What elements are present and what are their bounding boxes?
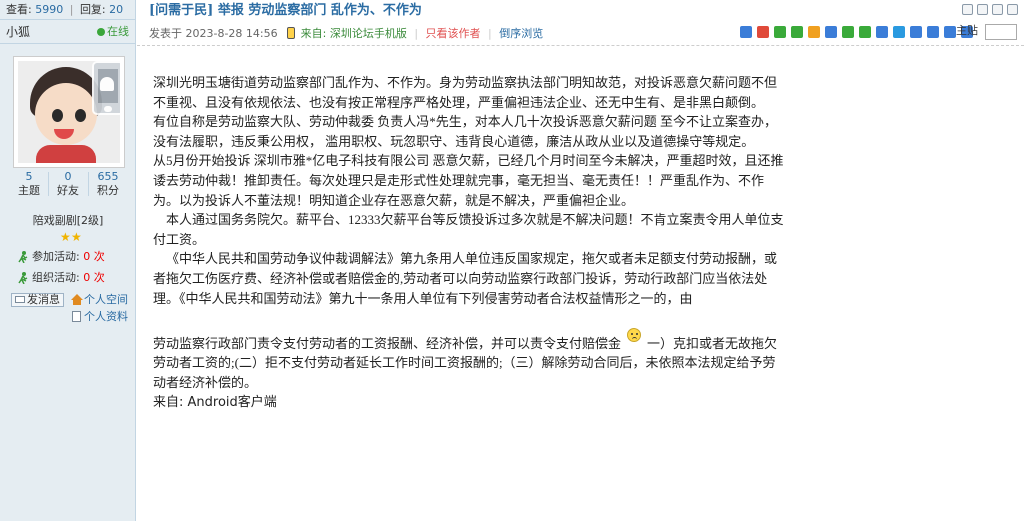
author-only-link[interactable]: 只看该作者 — [426, 27, 481, 40]
share-icon[interactable] — [910, 26, 922, 38]
share-icon[interactable] — [740, 26, 752, 38]
post-text-span: 劳动监察行政部门责令支付劳动者的工资报酬、经济补偿，并可以责令支付赔偿金 — [153, 335, 622, 351]
divider: | — [488, 27, 492, 40]
post-paragraph: 劳动监察行政部门责令支付劳动者的工资报酬、经济补偿，并可以责令支付赔偿金 一）克扣… — [153, 327, 785, 393]
font-size-input[interactable] — [985, 24, 1017, 40]
phone-home-button — [104, 106, 112, 112]
online-dot-icon — [97, 28, 105, 36]
post-paragraph: 有位自称是劳动监察大队、劳动仲裁委 负责人冯*先生，对本人几十次投诉恶意欠薪问题… — [153, 114, 778, 149]
title-tools — [958, 4, 1018, 24]
envelope-icon — [15, 296, 25, 303]
personal-space-link[interactable]: 个人空间 — [70, 293, 128, 307]
author-stats: 5 主题 0 好友 655 积分 — [0, 170, 136, 200]
activity-organized-count: 0 次 — [83, 271, 105, 284]
share-icon[interactable] — [774, 26, 786, 38]
post-title-bar: [问需于民] 举报 劳动监察部门 乱作为、不作为 — [137, 0, 1024, 20]
topics-label: 主题 — [18, 184, 40, 197]
rank-stars: ★★ — [60, 230, 82, 244]
avatar[interactable] — [13, 56, 125, 168]
posted-label: 发表于 — [149, 27, 182, 40]
reverse-order-link[interactable]: 倒序浏览 — [499, 27, 543, 40]
post-source[interactable]: 来自: 深圳论坛手机版 — [301, 27, 407, 40]
replies-count: 20 — [109, 3, 124, 16]
share-icon[interactable] — [859, 26, 871, 38]
post-paragraph: 《中华人民共和国劳动争议仲裁调解法》第九条用人单位违反国家规定，拖欠或者未足额支… — [153, 251, 778, 306]
send-message-button[interactable]: 发消息 — [11, 293, 64, 307]
activity-joined-label: 参加活动: — [32, 250, 80, 263]
points-label: 积分 — [97, 184, 119, 197]
activity-organized: 组织活动: 0 次 — [18, 271, 105, 285]
stat-topics[interactable]: 5 主题 — [9, 170, 49, 198]
share-icon[interactable] — [825, 26, 837, 38]
android-phone-icon — [92, 61, 120, 115]
author-row: 小狐 在线 — [0, 20, 135, 44]
author-sidebar: 查看: 5990 | 回复: 20 小狐 在线 5 主题 0 好友 655 积分… — [0, 0, 136, 521]
home-icon-base — [73, 300, 81, 305]
previous-thread-icon[interactable] — [977, 4, 988, 15]
share-icon[interactable] — [927, 26, 939, 38]
profile-link[interactable]: 个人资料 — [70, 310, 128, 324]
share-icon[interactable] — [757, 26, 769, 38]
sad-face-emoji-icon — [627, 327, 642, 342]
post-paragraph: 本人通过国务务院欠。薪平台、12333欠薪平台等反馈投诉过多次就是不解决问题！不… — [153, 212, 784, 247]
share-icon[interactable] — [876, 26, 888, 38]
replies-label: 回复: — [79, 3, 106, 16]
share-toolbar — [740, 26, 978, 40]
thread-stats: 查看: 5990 | 回复: 20 — [0, 0, 135, 20]
share-icon[interactable] — [944, 26, 956, 38]
share-icon[interactable] — [842, 26, 854, 38]
activity-joined-count: 0 次 — [83, 250, 105, 263]
share-icon[interactable] — [893, 26, 905, 38]
divider: | — [414, 27, 419, 40]
avatar-eye — [52, 109, 63, 122]
send-message-label: 发消息 — [27, 293, 60, 306]
user-rank[interactable]: 陪戏副剧[2级] — [0, 212, 136, 228]
personal-space-label: 个人空间 — [84, 293, 128, 306]
star-icon: ★ — [60, 230, 71, 244]
posted-time: 2023-8-28 14:56 — [185, 27, 278, 40]
activity-joined: 参加活动: 0 次 — [18, 250, 105, 264]
post-client-source: 来自: Android客户端 — [153, 394, 277, 410]
stat-friends[interactable]: 0 好友 — [48, 170, 88, 198]
next-thread-icon[interactable] — [992, 4, 1003, 15]
views-count: 5990 — [35, 3, 64, 16]
running-figure-icon — [18, 251, 28, 264]
android-robot-icon — [100, 77, 114, 91]
star-icon: ★ — [71, 230, 82, 244]
online-label: 在线 — [107, 25, 129, 38]
post-title[interactable]: [问需于民] 举报 劳动监察部门 乱作为、不作为 — [149, 3, 422, 18]
friends-count: 0 — [64, 170, 72, 183]
running-figure-icon — [18, 272, 28, 285]
post-paragraph: 深圳光明玉塘街道劳动监察部门乱作为、不作为。身为劳动监察执法部门明知故范，对投诉… — [153, 75, 778, 110]
profile-label: 个人资料 — [84, 310, 128, 323]
views-label: 查看: — [6, 3, 32, 16]
points-count: 655 — [97, 170, 119, 183]
back-icon[interactable] — [1007, 4, 1018, 15]
topics-count: 5 — [25, 170, 33, 183]
document-icon — [72, 311, 81, 322]
post-paragraph: 从5月份开始投诉 深圳市雅*亿电子科技有限公司 恶意欠薪，已经几个月时间至今未解… — [153, 153, 784, 208]
online-status: 在线 — [97, 20, 129, 44]
avatar-shirt — [36, 145, 96, 163]
print-icon[interactable] — [962, 4, 973, 15]
avatar-eye — [75, 109, 86, 122]
post-content: 深圳光明玉塘街道劳动监察部门乱作为、不作为。身为劳动监察执法部门明知故范，对投诉… — [153, 73, 785, 412]
avatar-image — [18, 61, 120, 163]
stat-points[interactable]: 655 积分 — [88, 170, 128, 198]
activity-organized-label: 组织活动: — [32, 271, 80, 284]
author-name[interactable]: 小狐 — [6, 25, 30, 39]
friends-label: 好友 — [57, 184, 79, 197]
font-size-label: 主贴 — [956, 24, 978, 37]
mobile-phone-icon — [287, 27, 296, 39]
divider: | — [69, 3, 74, 16]
share-icon[interactable] — [808, 26, 820, 38]
share-icon[interactable] — [791, 26, 803, 38]
